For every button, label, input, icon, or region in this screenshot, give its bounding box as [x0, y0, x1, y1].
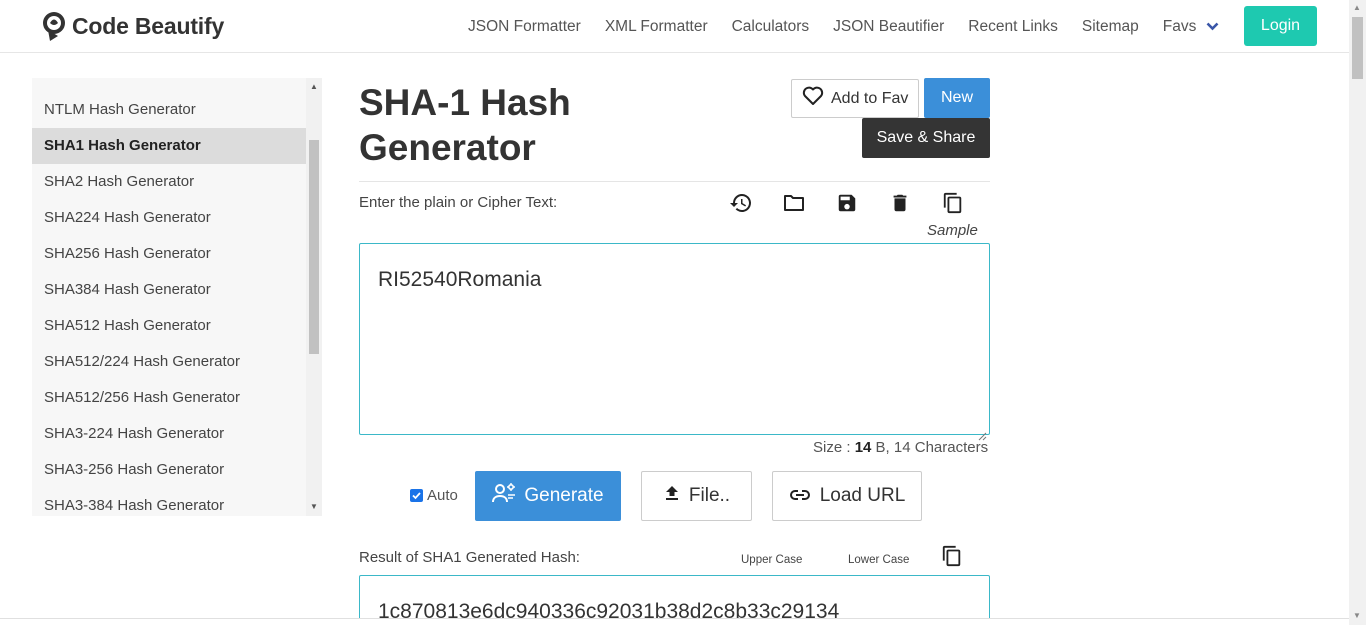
input-label: Enter the plain or Cipher Text: [359, 194, 558, 211]
sidebar-scrollbar-thumb[interactable] [309, 140, 319, 354]
link-icon [789, 485, 811, 507]
upload-icon [663, 484, 681, 508]
sidebar-item-sha3-384[interactable]: SHA3-384 Hash Generator [32, 488, 306, 516]
plain-text-input[interactable]: RI52540Romania [359, 243, 990, 441]
scroll-down-icon[interactable]: ▼ [1353, 611, 1361, 620]
file-upload-button[interactable]: File.. [641, 471, 752, 521]
nav-json-beautifier[interactable]: JSON Beautifier [833, 18, 944, 36]
sidebar-item-sha512[interactable]: SHA512 Hash Generator [32, 308, 306, 344]
page-title: SHA-1 Hash Generator [359, 82, 571, 168]
nav-favs[interactable]: Favs [1163, 18, 1220, 36]
checkbox-icon[interactable] [410, 489, 423, 502]
auto-label: Auto [427, 487, 458, 504]
chevron-down-icon [1206, 18, 1219, 36]
size-prefix: Size : [813, 439, 855, 456]
nav-calculators[interactable]: Calculators [732, 18, 810, 36]
upper-case-button[interactable]: Upper Case [741, 554, 802, 566]
logo-text: Code Beautify [72, 12, 225, 39]
size-info: Size : 14 B, 14 Characters [813, 439, 988, 456]
resize-grip-icon[interactable] [978, 423, 987, 441]
add-to-fav-button[interactable]: Add to Fav [791, 79, 919, 118]
site-header: Code Beautify JSON Formatter XML Formatt… [0, 0, 1349, 53]
sidebar-item-ntlm[interactable]: NTLM Hash Generator [32, 92, 306, 128]
nav-recent-links[interactable]: Recent Links [968, 18, 1058, 36]
sidebar-item-sha384[interactable]: SHA384 Hash Generator [32, 272, 306, 308]
history-icon[interactable] [728, 190, 754, 216]
sidebar-scrollbar[interactable]: ▲ ▼ [306, 78, 322, 516]
folder-icon[interactable] [781, 190, 807, 216]
site-logo[interactable]: Code Beautify [40, 10, 224, 42]
save-share-button[interactable]: Save & Share [862, 118, 990, 158]
copy-icon[interactable] [940, 190, 966, 216]
sidebar-item-sha3-224[interactable]: SHA3-224 Hash Generator [32, 416, 306, 452]
load-url-button[interactable]: Load URL [772, 471, 922, 521]
result-copy-icon[interactable] [941, 545, 963, 569]
sidebar-item-sha512-224[interactable]: SHA512/224 Hash Generator [32, 344, 306, 380]
add-to-fav-label: Add to Fav [831, 89, 909, 107]
file-label: File.. [688, 485, 731, 506]
title-divider [359, 181, 990, 182]
sidebar-item-sha256[interactable]: SHA256 Hash Generator [32, 236, 306, 272]
new-button[interactable]: New [924, 78, 990, 118]
heart-icon [802, 86, 824, 111]
sidebar: MD5 Hash Generator NTLM Hash Generator S… [32, 78, 322, 516]
auto-toggle[interactable]: Auto [410, 487, 458, 504]
lower-case-button[interactable]: Lower Case [848, 554, 909, 566]
sidebar-scroll-down-icon[interactable]: ▼ [310, 502, 318, 511]
sidebar-item-sha3-256[interactable]: SHA3-256 Hash Generator [32, 452, 306, 488]
nav-sitemap[interactable]: Sitemap [1082, 18, 1139, 36]
sidebar-item-sha224[interactable]: SHA224 Hash Generator [32, 200, 306, 236]
page-scrollbar-thumb[interactable] [1352, 17, 1363, 79]
bottom-edge [0, 618, 1349, 625]
sidebar-item-sha2[interactable]: SHA2 Hash Generator [32, 164, 306, 200]
user-gear-icon [492, 482, 516, 510]
generate-button[interactable]: Generate [475, 471, 621, 521]
generate-label: Generate [524, 485, 604, 506]
sidebar-scroll-up-icon[interactable]: ▲ [310, 82, 318, 91]
sidebar-item-sha1[interactable]: SHA1 Hash Generator [32, 128, 306, 164]
sidebar-item-sha512-256[interactable]: SHA512/256 Hash Generator [32, 380, 306, 416]
result-label: Result of SHA1 Generated Hash: [359, 549, 580, 566]
login-button[interactable]: Login [1244, 6, 1317, 46]
page-scrollbar[interactable]: ▲ ▼ [1349, 0, 1366, 625]
scroll-up-icon[interactable]: ▲ [1353, 3, 1361, 12]
nav-json-formatter[interactable]: JSON Formatter [468, 18, 581, 36]
plain-text-value: RI52540Romania [378, 268, 542, 291]
sample-label[interactable]: Sample [927, 222, 978, 239]
load-url-label: Load URL [819, 485, 906, 506]
sidebar-list: MD5 Hash Generator NTLM Hash Generator S… [32, 78, 306, 516]
logo-icon [40, 10, 70, 42]
favs-label: Favs [1162, 17, 1197, 35]
size-suffix: B, 14 Characters [871, 439, 989, 456]
sidebar-item-md5[interactable]: MD5 Hash Generator [32, 78, 306, 92]
size-bytes: 14 [854, 439, 872, 456]
nav-xml-formatter[interactable]: XML Formatter [605, 18, 708, 36]
trash-icon[interactable] [887, 190, 913, 216]
save-icon[interactable] [834, 190, 860, 216]
top-nav: JSON Formatter XML Formatter Calculators… [468, 0, 1219, 53]
